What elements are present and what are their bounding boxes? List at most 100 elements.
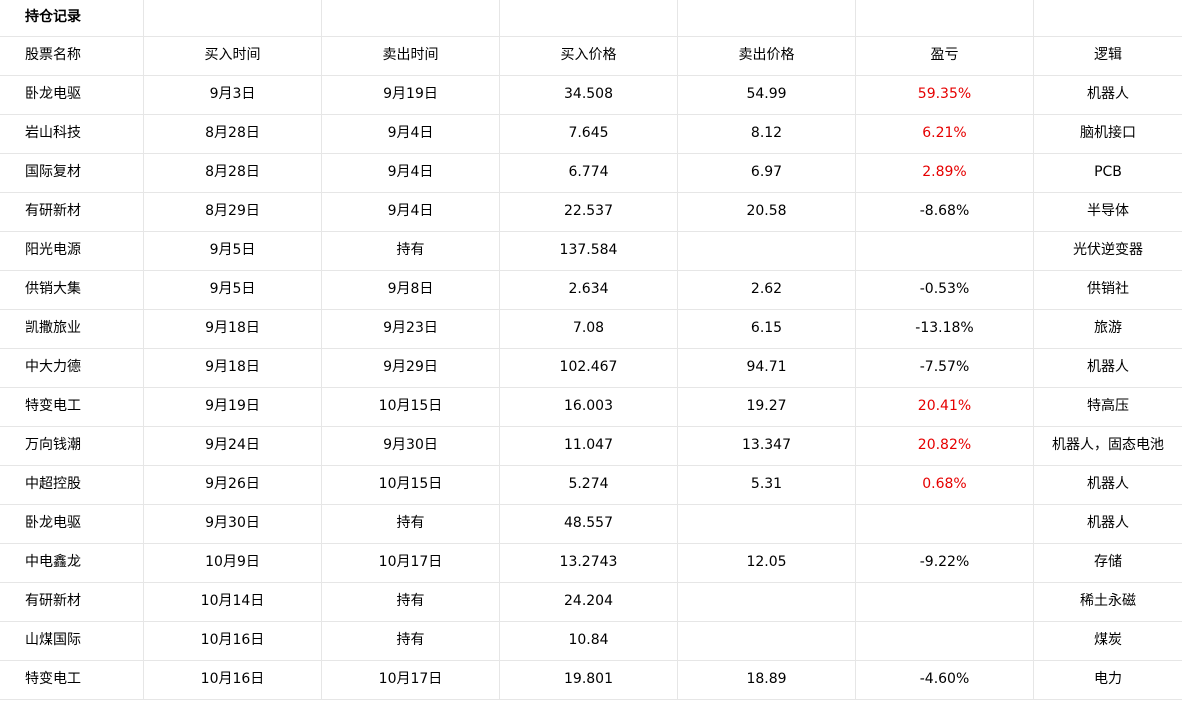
sell-price-cell[interactable]: 2.62 xyxy=(678,270,856,309)
pnl-cell[interactable]: -13.18% xyxy=(856,309,1034,348)
logic-cell[interactable]: 煤炭 xyxy=(1034,621,1182,660)
stock-name-cell[interactable]: 特变电工 xyxy=(0,660,144,699)
buy-date-cell[interactable]: 8月28日 xyxy=(144,153,322,192)
sell-price-cell[interactable]: 19.27 xyxy=(678,387,856,426)
pnl-cell[interactable]: 20.41% xyxy=(856,387,1034,426)
empty-cell[interactable] xyxy=(500,0,678,36)
buy-price-cell[interactable]: 5.274 xyxy=(500,465,678,504)
pnl-cell[interactable]: -9.22% xyxy=(856,543,1034,582)
buy-date-cell[interactable]: 9月18日 xyxy=(144,309,322,348)
buy-date-cell[interactable]: 10月9日 xyxy=(144,543,322,582)
buy-price-cell[interactable]: 10.84 xyxy=(500,621,678,660)
sell-date-cell[interactable]: 9月4日 xyxy=(322,153,500,192)
stock-name-cell[interactable]: 有研新材 xyxy=(0,582,144,621)
buy-price-cell[interactable]: 19.801 xyxy=(500,660,678,699)
sell-date-cell[interactable]: 9月23日 xyxy=(322,309,500,348)
stock-name-cell[interactable]: 有研新材 xyxy=(0,192,144,231)
logic-cell[interactable]: 特高压 xyxy=(1034,387,1182,426)
logic-cell[interactable]: 旅游 xyxy=(1034,309,1182,348)
logic-cell[interactable]: 光伏逆变器 xyxy=(1034,231,1182,270)
logic-cell[interactable]: 机器人 xyxy=(1034,504,1182,543)
pnl-cell[interactable] xyxy=(856,504,1034,543)
buy-date-cell[interactable]: 8月29日 xyxy=(144,192,322,231)
pnl-cell[interactable]: 6.21% xyxy=(856,114,1034,153)
sell-date-cell[interactable]: 10月17日 xyxy=(322,660,500,699)
stock-name-cell[interactable]: 中超控股 xyxy=(0,465,144,504)
buy-price-cell[interactable]: 102.467 xyxy=(500,348,678,387)
empty-cell[interactable] xyxy=(1034,0,1182,36)
sell-date-cell[interactable]: 持有 xyxy=(322,231,500,270)
buy-price-cell[interactable]: 16.003 xyxy=(500,387,678,426)
sell-price-cell[interactable] xyxy=(678,582,856,621)
stock-name-cell[interactable]: 岩山科技 xyxy=(0,114,144,153)
sell-price-cell[interactable]: 18.89 xyxy=(678,660,856,699)
header-sell-date[interactable]: 卖出时间 xyxy=(322,36,500,75)
sell-price-cell[interactable]: 13.347 xyxy=(678,426,856,465)
buy-price-cell[interactable]: 24.204 xyxy=(500,582,678,621)
empty-cell[interactable] xyxy=(856,0,1034,36)
buy-price-cell[interactable]: 13.2743 xyxy=(500,543,678,582)
sell-date-cell[interactable]: 9月30日 xyxy=(322,426,500,465)
stock-name-cell[interactable]: 中电鑫龙 xyxy=(0,543,144,582)
sell-date-cell[interactable]: 10月15日 xyxy=(322,387,500,426)
header-buy-price[interactable]: 买入价格 xyxy=(500,36,678,75)
buy-price-cell[interactable]: 2.634 xyxy=(500,270,678,309)
buy-date-cell[interactable]: 9月5日 xyxy=(144,231,322,270)
sell-price-cell[interactable] xyxy=(678,621,856,660)
buy-date-cell[interactable]: 9月30日 xyxy=(144,504,322,543)
pnl-cell[interactable]: 0.68% xyxy=(856,465,1034,504)
empty-cell[interactable] xyxy=(678,0,856,36)
pnl-cell[interactable]: -4.60% xyxy=(856,660,1034,699)
sell-date-cell[interactable]: 9月4日 xyxy=(322,114,500,153)
sell-date-cell[interactable]: 持有 xyxy=(322,504,500,543)
buy-date-cell[interactable]: 10月14日 xyxy=(144,582,322,621)
buy-price-cell[interactable]: 7.645 xyxy=(500,114,678,153)
sell-price-cell[interactable]: 54.99 xyxy=(678,75,856,114)
sell-date-cell[interactable]: 10月15日 xyxy=(322,465,500,504)
pnl-cell[interactable]: 2.89% xyxy=(856,153,1034,192)
buy-price-cell[interactable]: 6.774 xyxy=(500,153,678,192)
logic-cell[interactable]: 电力 xyxy=(1034,660,1182,699)
stock-name-cell[interactable]: 万向钱潮 xyxy=(0,426,144,465)
logic-cell[interactable]: 半导体 xyxy=(1034,192,1182,231)
pnl-cell[interactable]: -0.53% xyxy=(856,270,1034,309)
sell-price-cell[interactable] xyxy=(678,504,856,543)
stock-name-cell[interactable]: 卧龙电驱 xyxy=(0,504,144,543)
sell-price-cell[interactable]: 5.31 xyxy=(678,465,856,504)
sell-date-cell[interactable]: 9月29日 xyxy=(322,348,500,387)
stock-name-cell[interactable]: 供销大集 xyxy=(0,270,144,309)
sell-date-cell[interactable]: 持有 xyxy=(322,582,500,621)
buy-price-cell[interactable]: 48.557 xyxy=(500,504,678,543)
pnl-cell[interactable] xyxy=(856,582,1034,621)
stock-name-cell[interactable]: 阳光电源 xyxy=(0,231,144,270)
sell-price-cell[interactable]: 6.15 xyxy=(678,309,856,348)
logic-cell[interactable]: 机器人，固态电池 xyxy=(1034,426,1182,465)
header-buy-date[interactable]: 买入时间 xyxy=(144,36,322,75)
sell-date-cell[interactable]: 持有 xyxy=(322,621,500,660)
stock-name-cell[interactable]: 特变电工 xyxy=(0,387,144,426)
header-logic[interactable]: 逻辑 xyxy=(1034,36,1182,75)
header-stock-name[interactable]: 股票名称 xyxy=(0,36,144,75)
stock-name-cell[interactable]: 国际复材 xyxy=(0,153,144,192)
sell-price-cell[interactable]: 94.71 xyxy=(678,348,856,387)
sell-price-cell[interactable]: 6.97 xyxy=(678,153,856,192)
buy-date-cell[interactable]: 8月28日 xyxy=(144,114,322,153)
logic-cell[interactable]: 存储 xyxy=(1034,543,1182,582)
logic-cell[interactable]: 稀土永磁 xyxy=(1034,582,1182,621)
buy-date-cell[interactable]: 10月16日 xyxy=(144,660,322,699)
pnl-cell[interactable]: 20.82% xyxy=(856,426,1034,465)
empty-cell[interactable] xyxy=(144,0,322,36)
buy-date-cell[interactable]: 9月24日 xyxy=(144,426,322,465)
header-sell-price[interactable]: 卖出价格 xyxy=(678,36,856,75)
stock-name-cell[interactable]: 中大力德 xyxy=(0,348,144,387)
pnl-cell[interactable] xyxy=(856,621,1034,660)
buy-price-cell[interactable]: 137.584 xyxy=(500,231,678,270)
sell-price-cell[interactable]: 12.05 xyxy=(678,543,856,582)
sell-date-cell[interactable]: 9月19日 xyxy=(322,75,500,114)
empty-cell[interactable] xyxy=(322,0,500,36)
buy-date-cell[interactable]: 9月18日 xyxy=(144,348,322,387)
buy-date-cell[interactable]: 9月19日 xyxy=(144,387,322,426)
sell-price-cell[interactable]: 8.12 xyxy=(678,114,856,153)
sell-price-cell[interactable] xyxy=(678,231,856,270)
stock-name-cell[interactable]: 山煤国际 xyxy=(0,621,144,660)
